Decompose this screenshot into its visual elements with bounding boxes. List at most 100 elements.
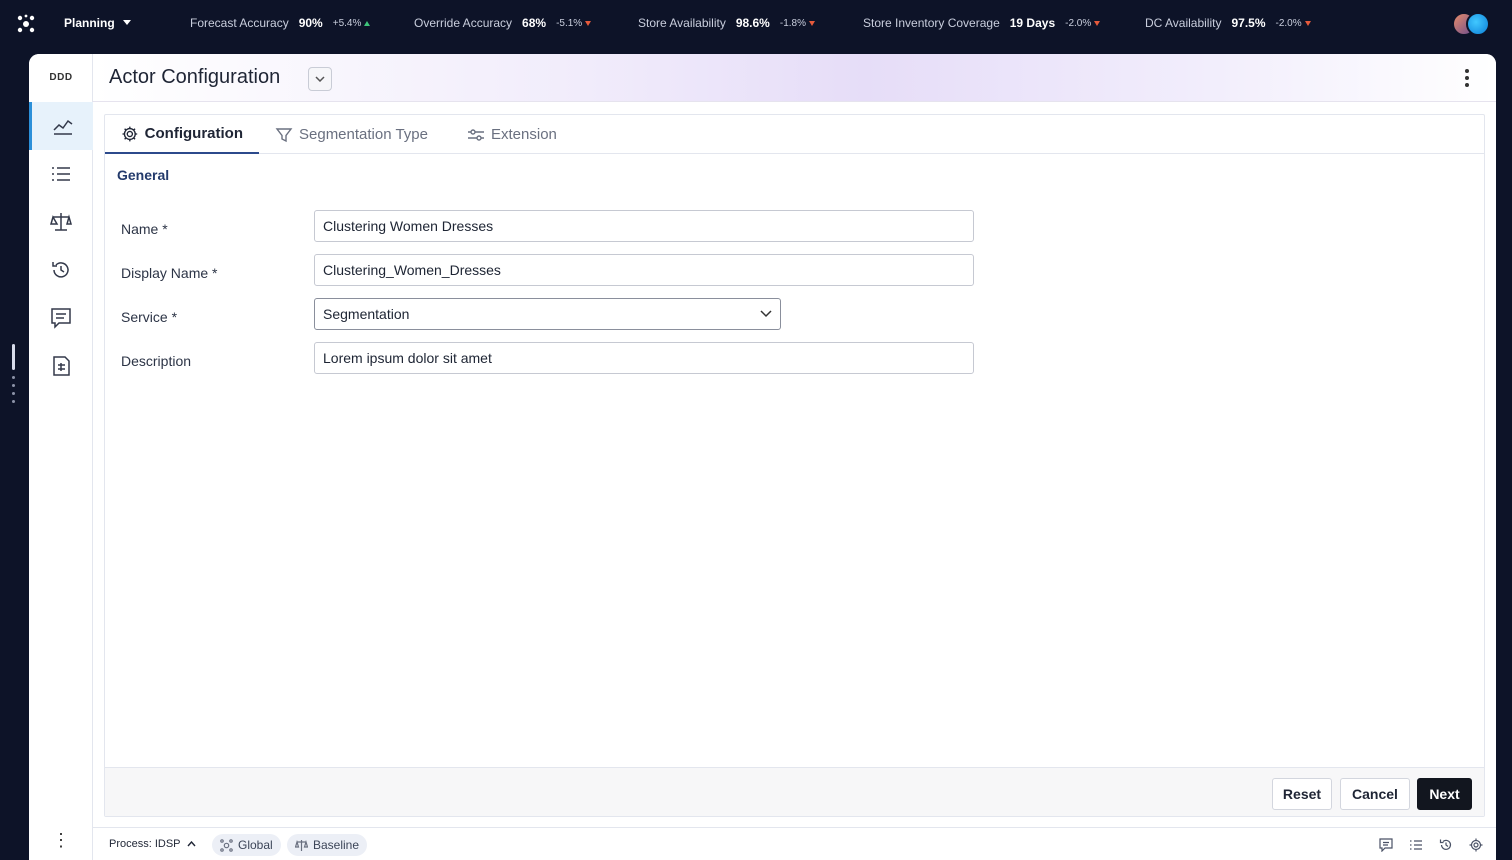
chevron-up-icon [187, 841, 196, 847]
service-selected-value: Segmentation [323, 306, 410, 322]
metric-forecast-accuracy[interactable]: Forecast Accuracy 90% +5.4% [190, 16, 371, 30]
cancel-button[interactable]: Cancel [1340, 778, 1410, 810]
user-avatars[interactable] [1452, 12, 1492, 36]
display-name-label: Display Name * [121, 265, 218, 281]
metric-override-accuracy[interactable]: Override Accuracy 68% -5.1% [414, 16, 592, 30]
comments-icon [51, 308, 71, 329]
app-name: Planning [64, 16, 115, 30]
chevron-down-icon [760, 310, 772, 318]
trend-up-icon [364, 20, 371, 26]
delta-text: -1.8% [779, 17, 806, 29]
metric-dc-availability[interactable]: DC Availability 97.5% -2.0% [1145, 16, 1311, 30]
tab-extension[interactable]: Extension [451, 115, 573, 154]
tab-segmentation-type[interactable]: Segmentation Type [259, 115, 444, 154]
panel-resize-handle[interactable] [12, 344, 15, 370]
sidebar-item-history[interactable] [29, 246, 93, 294]
app-logo-icon[interactable] [16, 14, 36, 34]
delta-text: -2.0% [1065, 17, 1092, 29]
brand-label: DDD [49, 72, 73, 83]
metric-label: Store Inventory Coverage [863, 16, 1000, 30]
service-label: Service * [121, 309, 178, 325]
sidebar-item-trends[interactable] [29, 102, 93, 150]
sidebar-item-balance[interactable] [29, 198, 93, 246]
metric-delta: +5.4% [333, 18, 371, 29]
metric-delta: -5.1% [556, 17, 592, 29]
metric-value: 90% [298, 16, 323, 30]
title-dropdown-button[interactable] [308, 67, 332, 91]
reset-button[interactable]: Reset [1272, 778, 1332, 810]
chip-label: Baseline [313, 838, 360, 852]
tab-bar: Configuration Segmentation Type Extensio… [105, 115, 1484, 154]
more-options-icon[interactable]: ⋮ [29, 830, 93, 850]
trend-down-icon [808, 20, 815, 26]
network-icon [220, 838, 233, 852]
caret-down-icon [122, 20, 131, 25]
gear-icon [122, 126, 138, 141]
sliders-icon [468, 128, 484, 141]
metric-value: 97.5% [1231, 16, 1266, 30]
configuration-card: Configuration Segmentation Type Extensio… [104, 114, 1485, 817]
tab-label: Configuration [144, 125, 243, 142]
metric-value: 19 Days [1009, 16, 1056, 30]
history-icon[interactable] [1439, 838, 1453, 852]
sidebar-item-list[interactable] [29, 150, 93, 198]
next-button[interactable]: Next [1417, 778, 1472, 810]
main-panel: DDD ⋮ Actor Configuration Configuration … [29, 54, 1496, 860]
tab-label: Extension [491, 126, 557, 143]
scale-icon [50, 213, 72, 231]
comments-icon[interactable] [1379, 838, 1393, 852]
avatar[interactable] [1466, 12, 1490, 36]
metric-delta: -1.8% [780, 18, 815, 29]
header-menu-button[interactable] [1457, 66, 1477, 90]
gear-icon[interactable] [1469, 838, 1483, 852]
delta-text: -5.1% [556, 17, 583, 29]
rail-dots [12, 376, 15, 408]
name-field[interactable] [314, 210, 974, 242]
display-name-field[interactable] [314, 254, 974, 286]
metric-label: DC Availability [1145, 16, 1222, 30]
trend-down-icon [585, 20, 592, 26]
tab-configuration[interactable]: Configuration [105, 115, 259, 154]
list-icon[interactable] [1409, 838, 1423, 852]
process-label: Process: IDSP [109, 838, 181, 850]
trend-down-icon [1094, 20, 1101, 26]
metric-delta: -2.0% [1065, 17, 1101, 29]
service-select[interactable]: Segmentation [314, 298, 781, 330]
trend-down-icon [1304, 20, 1311, 26]
delta-text: -2.0% [1275, 17, 1302, 29]
sidebar-item-reports[interactable] [29, 342, 93, 390]
metric-delta: -2.0% [1276, 18, 1311, 29]
sidebar-item-comments[interactable] [29, 294, 93, 342]
report-icon [53, 356, 70, 376]
page-header: Actor Configuration [93, 54, 1496, 102]
chip-global[interactable]: Global [212, 834, 281, 856]
top-bar: Planning Forecast Accuracy 90% +5.4% Ove… [0, 0, 1512, 48]
metric-label: Forecast Accuracy [190, 16, 289, 30]
tab-label: Segmentation Type [299, 126, 428, 143]
metric-store-inventory-coverage[interactable]: Store Inventory Coverage 19 Days -2.0% [863, 16, 1101, 30]
action-bar: Reset Cancel Next [105, 767, 1484, 816]
metric-label: Override Accuracy [414, 16, 513, 30]
metric-value: 68% [522, 16, 547, 30]
status-bar: Process: IDSP Global Baseline [93, 827, 1496, 860]
chevron-down-icon [315, 76, 325, 82]
metric-label: Store Availability [638, 16, 726, 30]
chip-baseline[interactable]: Baseline [287, 834, 368, 856]
trend-chart-icon [52, 119, 72, 135]
sidebar: DDD ⋮ [29, 54, 93, 860]
chip-label: Global [238, 838, 273, 852]
delta-text: +5.4% [332, 17, 362, 29]
filter-icon [275, 127, 293, 142]
name-label: Name * [121, 221, 168, 237]
history-icon [52, 262, 69, 278]
scale-icon [295, 839, 308, 851]
page-title: Actor Configuration [109, 66, 281, 88]
metric-store-availability[interactable]: Store Availability 98.6% -1.8% [638, 16, 815, 30]
app-switcher[interactable]: Planning [64, 16, 131, 30]
list-icon [52, 167, 70, 181]
description-label: Description [121, 353, 192, 369]
section-title: General [117, 167, 170, 183]
metric-value: 98.6% [735, 16, 770, 30]
description-field[interactable] [314, 342, 974, 374]
process-selector[interactable]: Process: IDSP [109, 838, 196, 850]
